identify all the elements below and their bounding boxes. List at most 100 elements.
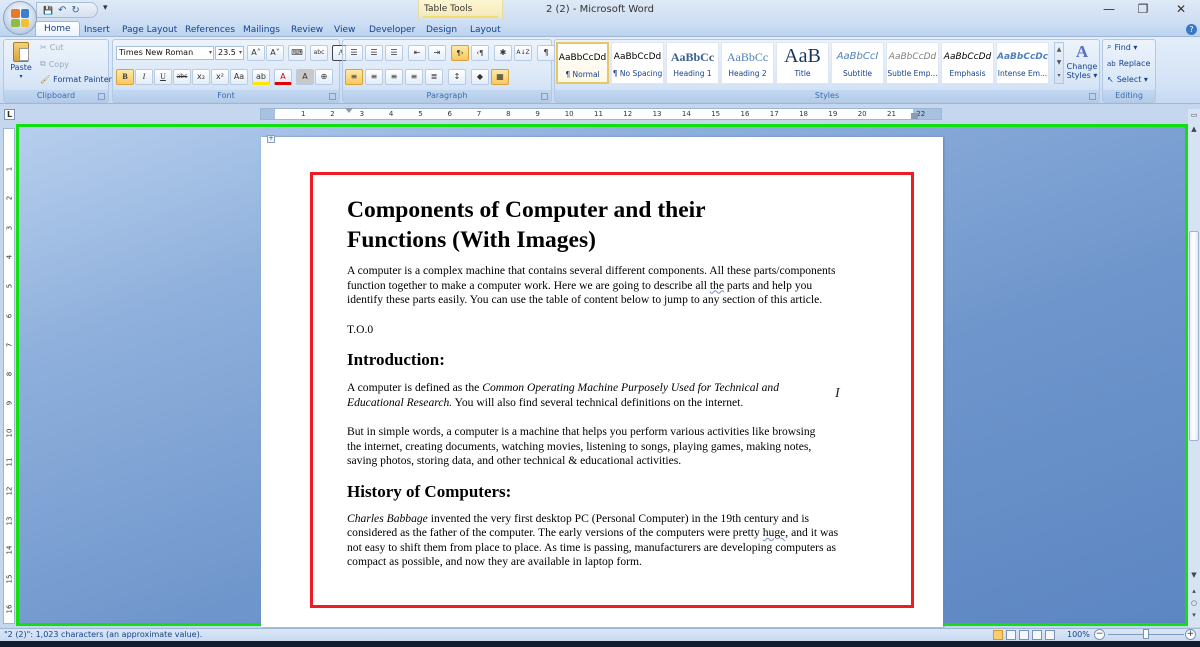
center-button[interactable]: ≡ [365, 69, 383, 85]
text-highlight-button[interactable]: ab [252, 69, 270, 85]
tab-references[interactable]: References [185, 23, 235, 37]
cut-button[interactable]: ✂ Cut [40, 43, 64, 52]
close-button[interactable]: ✕ [1168, 2, 1194, 16]
font-size-value: 23.5 [218, 48, 236, 57]
font-size-combo[interactable]: 23.5 ▾ [215, 46, 244, 60]
show-formatting-marks-button[interactable]: ¶ [537, 45, 555, 61]
styles-launcher-icon[interactable] [1089, 93, 1096, 100]
scroll-down-button[interactable]: ▼ [1188, 569, 1200, 581]
style-title[interactable]: AaB Title [776, 42, 829, 84]
scroll-up-button[interactable]: ▲ [1188, 123, 1200, 135]
next-page-button[interactable]: ▾ [1188, 609, 1200, 621]
print-layout-view-icon[interactable] [993, 630, 1003, 640]
indent-marker-icon[interactable] [345, 108, 353, 113]
help-icon[interactable]: ? [1186, 24, 1197, 35]
tab-page-layout[interactable]: Page Layout [122, 23, 177, 37]
find-button[interactable]: ⌕ Find ▾ [1107, 42, 1137, 52]
superscript-button[interactable]: x² [211, 69, 229, 85]
decrease-indent-button[interactable]: ⇤ [408, 45, 426, 61]
tab-review[interactable]: Review [291, 23, 323, 37]
scroll-thumb[interactable] [1189, 231, 1199, 441]
ruler-toggle-icon[interactable]: ▭ [1188, 109, 1200, 121]
change-case-button[interactable]: Aa [230, 69, 248, 85]
grow-font-button[interactable]: A˄ [247, 45, 265, 61]
tab-home[interactable]: Home [35, 21, 80, 37]
character-shading-button[interactable]: A [296, 69, 314, 85]
previous-page-button[interactable]: ▴ [1188, 585, 1200, 597]
zoom-out-button[interactable]: − [1094, 629, 1105, 640]
tab-selector[interactable]: L [4, 109, 15, 120]
shrink-font-button[interactable]: A˅ [266, 45, 284, 61]
tab-view[interactable]: View [334, 23, 355, 37]
font-color-button[interactable]: A [274, 69, 292, 85]
italic-button[interactable]: I [135, 69, 153, 85]
font-launcher-icon[interactable] [329, 93, 336, 100]
line-spacing-button[interactable]: ↕ [448, 69, 466, 85]
subscript-button[interactable]: x₂ [192, 69, 210, 85]
zoom-slider-thumb[interactable] [1143, 629, 1149, 639]
document-content[interactable]: Components of Computer and their Functio… [347, 195, 847, 570]
style-normal[interactable]: AaBbCcDd ¶ Normal [556, 42, 609, 84]
tab-mailings[interactable]: Mailings [243, 23, 280, 37]
right-indent-marker-icon[interactable] [911, 113, 918, 119]
paragraph-shading-button[interactable]: ◆ [471, 69, 489, 85]
horizontal-ruler[interactable]: 1 2 3 4 5 6 7 8 9 10 11 12 13 14 15 16 17 18 19 20 21 22 [260, 108, 942, 120]
styles-gallery-scroll[interactable]: ▲ ▼ ▾ [1054, 42, 1064, 84]
zoom-in-button[interactable]: + [1185, 629, 1196, 640]
minimize-button[interactable]: — [1096, 2, 1122, 16]
table-move-handle-icon[interactable]: + [267, 135, 275, 143]
style-intense-emphasis[interactable]: AaBbCcDc Intense Em... [996, 42, 1049, 84]
numbering-button[interactable]: ☰ [365, 45, 383, 61]
full-screen-reading-view-icon[interactable] [1006, 630, 1016, 640]
asian-layout-button[interactable]: ✱ [494, 45, 512, 61]
enclose-characters-button[interactable]: ⊕ [315, 69, 333, 85]
style-subtitle[interactable]: AaBbCcI Subtitle [831, 42, 884, 84]
change-styles-button[interactable]: A Change Styles ▾ [1066, 42, 1098, 80]
draft-view-icon[interactable] [1045, 630, 1055, 640]
distributed-button[interactable]: ≣ [425, 69, 443, 85]
format-painter-button[interactable]: 🖌 Format Painter [40, 75, 112, 84]
sort-button[interactable]: A↓Z [514, 45, 532, 61]
more-icon[interactable]: ▾ [1055, 69, 1063, 82]
copy-button[interactable]: ⧉ Copy [40, 59, 69, 69]
outline-view-icon[interactable] [1032, 630, 1042, 640]
select-button[interactable]: ↖ Select ▾ [1107, 75, 1148, 84]
chevron-up-icon[interactable]: ▲ [1055, 43, 1063, 56]
zoom-level[interactable]: 100% [1067, 630, 1090, 639]
web-layout-view-icon[interactable] [1019, 630, 1029, 640]
underline-button[interactable]: U [154, 69, 172, 85]
vertical-scrollbar[interactable]: ▭ ▲ ▼ ▴ ○ ▾ [1188, 109, 1200, 627]
font-name-combo[interactable]: Times New Roman ▾ [116, 46, 214, 60]
clipboard-launcher-icon[interactable] [98, 93, 105, 100]
increase-indent-button[interactable]: ⇥ [428, 45, 446, 61]
bullets-button[interactable]: ☰ [345, 45, 363, 61]
rtl-button[interactable]: ‹¶ [471, 45, 489, 61]
paragraph-launcher-icon[interactable] [541, 93, 548, 100]
browse-object-button[interactable]: ○ [1188, 597, 1200, 609]
strikethrough-button[interactable]: abc [173, 69, 191, 85]
ltr-button[interactable]: ¶› [451, 45, 469, 61]
tab-layout[interactable]: Layout [470, 23, 501, 37]
tab-design[interactable]: Design [426, 23, 457, 37]
tab-developer[interactable]: Developer [369, 23, 415, 37]
justify-button[interactable]: ≡ [405, 69, 423, 85]
restore-button[interactable]: ❐ [1130, 2, 1156, 16]
clear-formatting-button[interactable]: ⌨ [288, 45, 306, 61]
align-left-button[interactable]: ≡ [345, 69, 363, 85]
style-subtle-emphasis[interactable]: AaBbCcDd Subtle Emp... [886, 42, 939, 84]
tab-insert[interactable]: Insert [84, 23, 110, 37]
multilevel-list-button[interactable]: ☰ [385, 45, 403, 61]
paste-button[interactable]: Paste ▾ [8, 42, 34, 80]
office-button[interactable] [3, 1, 37, 35]
style-heading-1[interactable]: AaBbCc Heading 1 [666, 42, 719, 84]
align-right-button[interactable]: ≡ [385, 69, 403, 85]
replace-button[interactable]: ab Replace [1107, 59, 1150, 68]
style-no-spacing[interactable]: AaBbCcDd ¶ No Spacing [611, 42, 664, 84]
bold-button[interactable]: B [116, 69, 134, 85]
chevron-down-icon[interactable]: ▼ [1055, 56, 1063, 69]
vertical-ruler[interactable]: 1 2 3 4 5 6 7 8 9 10 11 12 13 14 15 16 [3, 128, 15, 624]
style-emphasis[interactable]: AaBbCcDd Emphasis [941, 42, 994, 84]
phonetic-guide-button[interactable]: abc [310, 45, 328, 61]
borders-button[interactable]: ▦ [491, 69, 509, 85]
style-heading-2[interactable]: AaBbCc Heading 2 [721, 42, 774, 84]
